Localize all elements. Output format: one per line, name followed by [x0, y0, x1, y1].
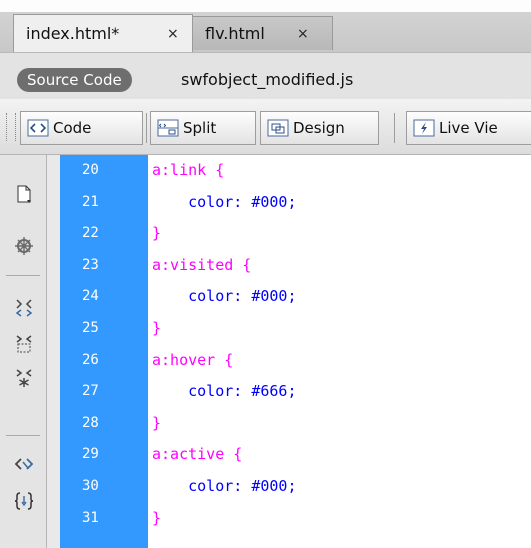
css-selector: a:visited {: [152, 256, 252, 274]
css-property: color:: [188, 287, 243, 305]
line-number: 24: [82, 288, 99, 304]
line-number: 23: [82, 257, 99, 273]
coding-toolbar: [0, 155, 47, 548]
close-icon[interactable]: ×: [167, 15, 179, 53]
design-icon: [267, 119, 289, 137]
code-line[interactable]: color: #000;: [152, 287, 297, 305]
code-line[interactable]: a:visited {: [152, 256, 251, 274]
code-line[interactable]: }: [152, 509, 161, 527]
design-label: Design: [293, 119, 345, 137]
select-parent-tag-icon[interactable]: [13, 453, 35, 475]
design-view-button[interactable]: Design: [260, 111, 379, 145]
open-documents-icon[interactable]: [13, 183, 35, 205]
css-selector: a:hover {: [152, 351, 234, 369]
line-number: 22: [82, 225, 99, 241]
line-number: 30: [82, 478, 99, 494]
toolbar-divider: [394, 113, 395, 143]
tab-label: flv.html: [205, 24, 265, 43]
toolbar-divider: [146, 113, 147, 143]
split-icon: [157, 119, 179, 137]
line-number: 28: [82, 415, 99, 431]
tab-flv-html[interactable]: flv.html ×: [193, 16, 333, 50]
css-value: #000;: [251, 193, 297, 211]
close-icon[interactable]: ×: [297, 17, 309, 51]
code-line[interactable]: color: #000;: [152, 477, 297, 495]
tab-label: index.html*: [26, 24, 120, 43]
code-line[interactable]: color: #666;: [152, 382, 297, 400]
css-selector: a:link {: [152, 161, 225, 179]
css-value: #000;: [251, 287, 297, 305]
related-file-link[interactable]: swfobject_modified.js: [181, 68, 353, 92]
code-line[interactable]: a:hover {: [152, 351, 233, 369]
css-value: #000;: [251, 477, 297, 495]
line-number: 20: [82, 162, 99, 178]
code-icon: [27, 119, 49, 137]
css-selector: }: [152, 224, 162, 242]
tab-index-html[interactable]: index.html* ×: [13, 14, 193, 52]
css-property: color:: [188, 193, 243, 211]
css-value: #666;: [251, 382, 297, 400]
toolbar-grip[interactable]: [6, 113, 16, 141]
balance-braces-icon[interactable]: [13, 490, 35, 512]
live-view-button[interactable]: Live Vie: [406, 111, 531, 145]
line-number: 29: [82, 446, 99, 462]
line-number: 31: [82, 510, 99, 526]
show-code-navigator-icon[interactable]: [13, 235, 35, 257]
code-line[interactable]: color: #000;: [152, 193, 297, 211]
code-line[interactable]: }: [152, 224, 161, 242]
code-view-button[interactable]: Code: [20, 111, 143, 145]
expand-all-icon[interactable]: [13, 367, 35, 389]
line-number: 21: [82, 194, 99, 210]
split-view-button[interactable]: Split: [150, 111, 256, 145]
line-number: 25: [82, 320, 99, 336]
split-label: Split: [183, 119, 217, 137]
code-line[interactable]: a:link {: [152, 161, 224, 179]
css-property: color:: [188, 382, 243, 400]
collapse-selection-icon[interactable]: [13, 333, 35, 355]
code-line[interactable]: }: [152, 319, 161, 337]
live-view-label: Live Vie: [439, 119, 498, 137]
live-view-icon: [413, 119, 435, 137]
css-selector: }: [152, 509, 162, 527]
line-number: 26: [82, 352, 99, 368]
toolbar-divider: [6, 275, 40, 276]
source-code-button[interactable]: Source Code: [17, 68, 132, 92]
code-line[interactable]: a:active {: [152, 445, 242, 463]
toolbar-divider: [6, 435, 40, 436]
related-files-bar: Source Code swfobject_modified.js: [0, 52, 531, 100]
css-selector: }: [152, 414, 162, 432]
document-toolbar: Code Split Design Live Vie: [0, 99, 531, 155]
line-number: 27: [82, 383, 99, 399]
code-label: Code: [53, 119, 92, 137]
collapse-full-tag-icon[interactable]: [13, 297, 35, 319]
css-selector: a:active {: [152, 445, 243, 463]
code-line[interactable]: }: [152, 414, 161, 432]
css-property: color:: [188, 477, 243, 495]
css-selector: }: [152, 319, 162, 337]
title-strip: [0, 0, 531, 12]
